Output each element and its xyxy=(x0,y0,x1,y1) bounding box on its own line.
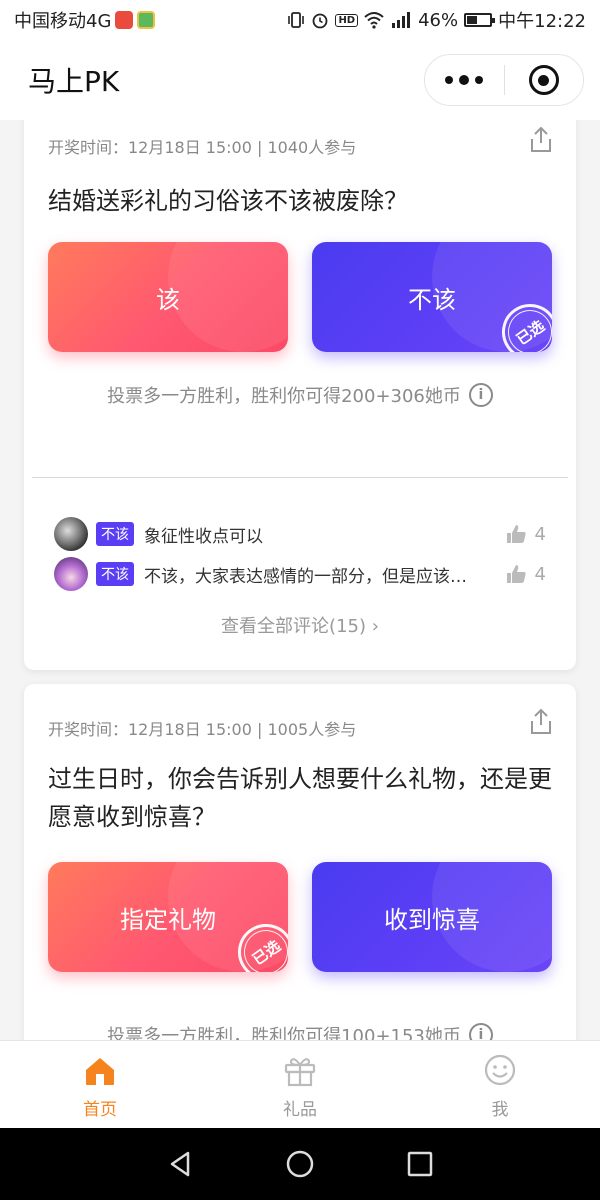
tab-home[interactable]: 首页 xyxy=(0,1041,200,1128)
option-right-label: 不该 xyxy=(408,285,456,314)
vibrate-icon xyxy=(287,11,305,29)
reward-info: 投票多一方胜利，胜利你可得200+306她币 i xyxy=(24,382,576,408)
avatar xyxy=(54,557,88,591)
vote-option-left-button[interactable]: 指定礼物 已选 xyxy=(48,862,288,972)
close-mini-program-button[interactable] xyxy=(505,55,584,105)
tab-label: 礼品 xyxy=(283,1100,317,1120)
toutiao-app-icon xyxy=(115,11,134,29)
stance-badge: 不该 xyxy=(96,522,134,546)
tab-label: 我 xyxy=(491,1100,509,1120)
like-count: 4 xyxy=(534,523,546,545)
battery-icon xyxy=(464,13,496,27)
back-icon[interactable] xyxy=(164,1148,196,1180)
divider xyxy=(32,477,568,478)
mini-program-capsule xyxy=(424,54,584,106)
wifi-icon xyxy=(364,11,384,29)
like-count: 4 xyxy=(534,563,546,585)
feed-scroll-area[interactable]: 开奖时间：12月18日 15:00 | 1040人参与 结婚送彩礼的习俗该不该被… xyxy=(0,120,600,1040)
app-notification-icon xyxy=(137,11,156,29)
vote-option-left-button[interactable]: 该 xyxy=(48,242,288,352)
pk-question: 过生日时，你会告诉别人想要什么礼物，还是更愿意收到惊喜？ xyxy=(48,765,552,831)
thumbs-up-icon xyxy=(506,525,526,543)
tab-bar: 首页 礼品 我 xyxy=(0,1040,600,1128)
comment-item[interactable]: 不该 不该，大家表达感情的一部分，但是应该… 4 xyxy=(54,556,546,592)
view-all-comments-link[interactable]: 查看全部评论(15) › xyxy=(24,612,576,638)
reward-text: 投票多一方胜利，胜利你可得100+153她币 xyxy=(107,1026,461,1040)
vote-option-right-button[interactable]: 不该 已选 xyxy=(312,242,552,352)
system-navigation-bar xyxy=(0,1128,600,1200)
tab-me[interactable]: 我 xyxy=(400,1041,600,1128)
more-button[interactable] xyxy=(425,55,504,105)
option-left-label: 指定礼物 xyxy=(120,905,216,934)
info-icon[interactable]: i xyxy=(468,1023,493,1040)
comment-text: 象征性收点可以 xyxy=(144,526,263,547)
share-icon[interactable] xyxy=(528,126,554,154)
share-icon[interactable] xyxy=(528,708,554,736)
more-dot-icon xyxy=(475,76,484,84)
home-icon xyxy=(86,1058,114,1085)
option-left-label: 该 xyxy=(156,285,180,314)
stance-badge: 不该 xyxy=(96,562,134,586)
battery-percent: 46% xyxy=(418,9,459,31)
option-right-label: 收到惊喜 xyxy=(384,905,480,934)
more-dot-icon xyxy=(445,76,454,84)
alarm-icon xyxy=(311,11,329,29)
battery-level xyxy=(467,16,478,24)
pk-card: 开奖时间：12月18日 15:00 | 1040人参与 结婚送彩礼的习俗该不该被… xyxy=(24,120,576,670)
like-button[interactable]: 4 xyxy=(505,523,546,545)
smile-icon xyxy=(484,1054,516,1086)
clock: 中午12:22 xyxy=(498,11,586,32)
comment-item[interactable]: 不该 象征性收点可以 4 xyxy=(54,516,546,552)
status-bar: 中国移动4G HD 46% 中午12:22 xyxy=(0,0,600,40)
page-title: 马上PK xyxy=(28,65,120,98)
info-icon[interactable]: i xyxy=(468,383,493,407)
carrier-label: 中国移动4G xyxy=(14,11,112,32)
like-button[interactable]: 4 xyxy=(505,563,546,585)
signal-icon xyxy=(390,11,412,29)
home-circle-icon[interactable] xyxy=(284,1148,316,1180)
gift-icon xyxy=(284,1058,316,1087)
tab-label: 首页 xyxy=(83,1100,117,1120)
pk-card: 开奖时间：12月18日 15:00 | 1005人参与 过生日时，你会告诉别人想… xyxy=(24,684,576,1040)
reward-text: 投票多一方胜利，胜利你可得200+306她币 xyxy=(107,386,461,407)
vote-option-right-button[interactable]: 收到惊喜 xyxy=(312,862,552,972)
pk-question: 结婚送彩礼的习俗该不该被废除？ xyxy=(48,187,408,215)
avatar xyxy=(54,517,88,551)
nav-bar: 马上PK xyxy=(0,40,600,120)
recents-icon[interactable] xyxy=(404,1148,436,1180)
draw-time-meta: 开奖时间：12月18日 15:00 | 1040人参与 xyxy=(48,138,357,157)
chevron-right-icon: › xyxy=(371,616,379,637)
comment-text: 不该，大家表达感情的一部分，但是应该… xyxy=(144,566,467,587)
thumbs-up-icon xyxy=(506,565,526,583)
target-icon xyxy=(528,65,559,95)
draw-time-meta: 开奖时间：12月18日 15:00 | 1005人参与 xyxy=(48,720,357,739)
reward-info: 投票多一方胜利，胜利你可得100+153她币 i xyxy=(24,1022,576,1040)
hd-icon: HD xyxy=(335,13,359,27)
more-dot-icon xyxy=(459,75,470,85)
tab-gifts[interactable]: 礼品 xyxy=(200,1041,400,1128)
